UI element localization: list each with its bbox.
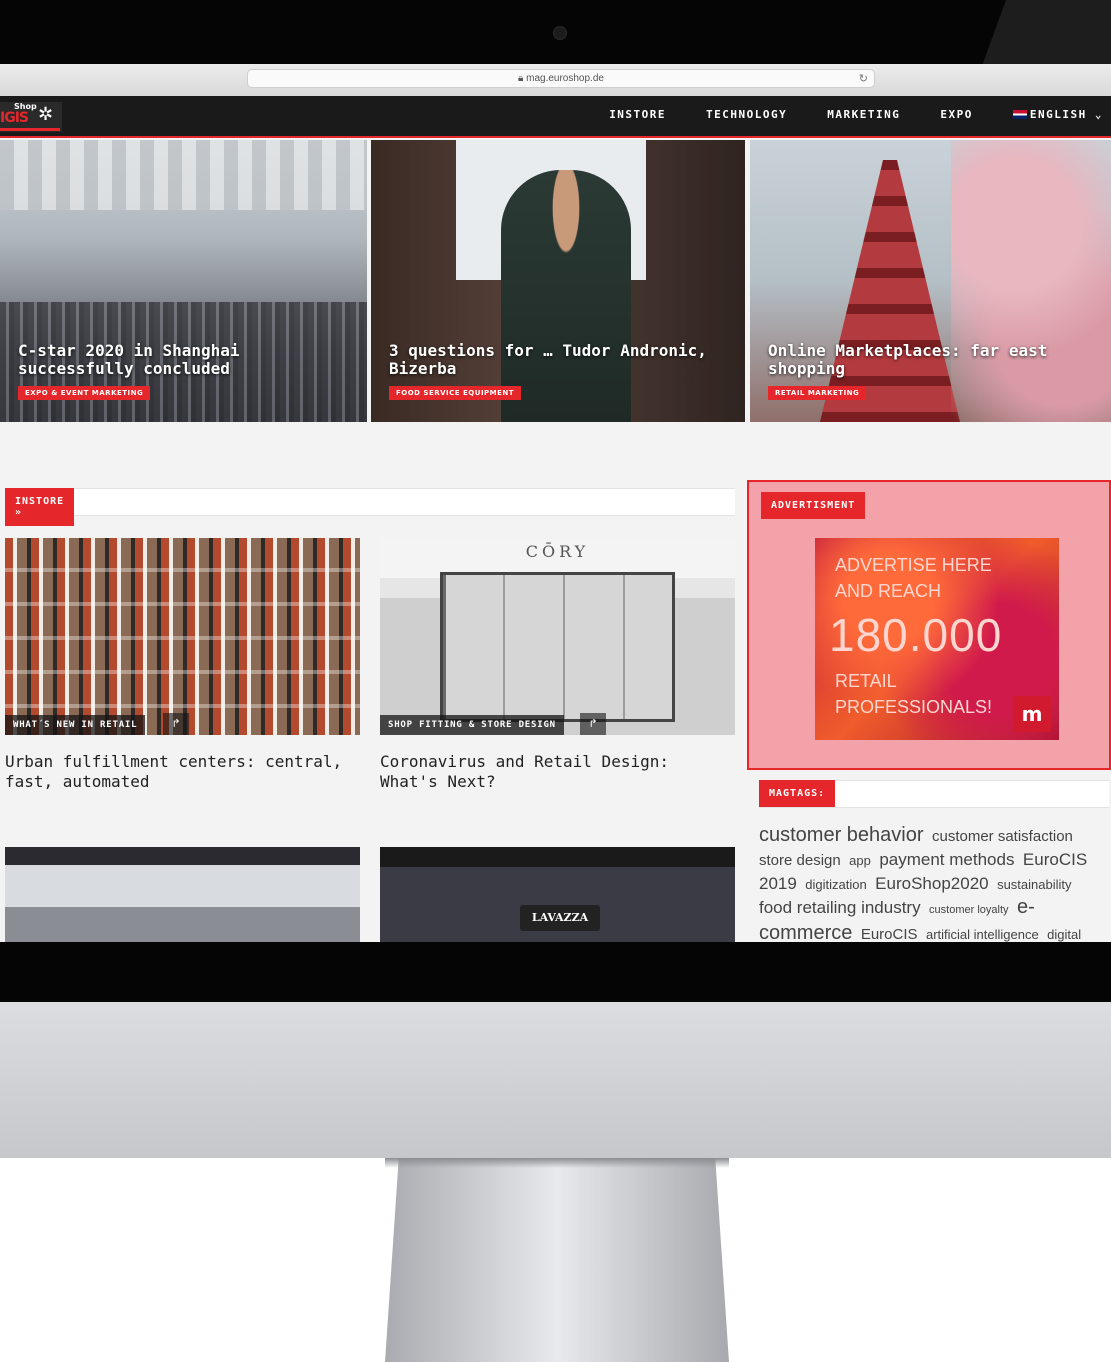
- bezel-glare: [951, 0, 1111, 64]
- article-image-fulfillment[interactable]: WHAT´S NEW IN RETAIL ↱: [5, 538, 360, 735]
- ad-number: 180.000: [829, 609, 1003, 661]
- nav-item-marketing[interactable]: MARKETING: [827, 108, 900, 121]
- monitor-stand: [385, 1158, 729, 1362]
- logo-main-text: IGIS: [0, 110, 29, 126]
- nav-item-technology[interactable]: TECHNOLOGY: [706, 108, 787, 121]
- language-selector[interactable]: ENGLISH ⌄: [1012, 108, 1103, 121]
- hero-title[interactable]: 3 questions for … Tudor Andronic, Bizerb…: [389, 342, 731, 378]
- tag-link[interactable]: payment methods: [879, 850, 1014, 869]
- tag-link[interactable]: customer loyalty: [929, 904, 1008, 916]
- advertisement-label: ADVERTISMENT: [761, 492, 866, 519]
- tag-cloud: customer behavior customer satisfaction …: [759, 824, 1109, 942]
- ad-headline: ADVERTISE HERE AND REACH: [835, 555, 992, 601]
- camera-icon: [553, 26, 567, 40]
- hero-image-hall: [0, 140, 367, 210]
- nav-item-expo[interactable]: EXPO: [940, 108, 973, 121]
- article-image-store-design[interactable]: CŌRY SHOP FITTING & STORE DESIGN ↱: [380, 538, 735, 735]
- hero-image-pagoda: [820, 160, 960, 422]
- article-category[interactable]: SHOP FITTING & STORE DESIGN: [380, 715, 564, 735]
- tag-link[interactable]: app: [849, 853, 871, 868]
- site-logo[interactable]: Shop IGIS ✲: [0, 102, 62, 132]
- article-category[interactable]: WHAT´S NEW IN RETAIL: [5, 715, 146, 735]
- lavazza-sign: LAVAZZA: [520, 905, 600, 931]
- nav-item-instore[interactable]: INSTORE: [609, 108, 666, 121]
- screen: 🔒︎ mag.euroshop.de ↻ Shop IGIS ✲ INSTORE…: [0, 64, 1111, 942]
- hero-category-tag[interactable]: RETAIL MARKETING: [768, 386, 867, 400]
- hero-tile-cstar[interactable]: C-star 2020 in Shanghai successfully con…: [0, 140, 367, 422]
- tag-link[interactable]: digital: [1047, 927, 1081, 942]
- hero-title[interactable]: C-star 2020 in Shanghai successfully con…: [18, 342, 353, 378]
- site-navigation: Shop IGIS ✲ INSTORE TECHNOLOGY MARKETING…: [0, 96, 1111, 138]
- section-divider: [5, 488, 735, 516]
- store-facade: [440, 572, 675, 722]
- tag-link[interactable]: sustainability: [997, 877, 1071, 892]
- article-title[interactable]: Urban fulfillment centers: central, fast…: [5, 752, 355, 792]
- ad-subline: RETAIL PROFESSIONALS!: [835, 671, 993, 717]
- article-image-lavazza[interactable]: LAVAZZA: [380, 847, 735, 942]
- monitor-chin: [0, 1002, 1111, 1158]
- hero-image-blossom: [951, 140, 1111, 422]
- monitor-bottom-bezel: [0, 942, 1111, 1002]
- address-bar[interactable]: 🔒︎ mag.euroshop.de ↻: [247, 69, 875, 88]
- logo-underline: [0, 128, 60, 131]
- article-title[interactable]: Coronavirus and Retail Design: What's Ne…: [380, 752, 730, 792]
- instore-section-link[interactable]: INSTORE »: [5, 488, 75, 526]
- lock-icon: 🔒︎: [518, 73, 527, 84]
- tag-link[interactable]: customer behavior: [759, 824, 924, 846]
- hero-category-tag[interactable]: FOOD SERVICE EQUIPMENT: [389, 386, 522, 400]
- advertisement-banner[interactable]: ADVERTISE HERE AND REACH 180.000 RETAIL PR…: [815, 538, 1059, 740]
- magtags-label: MAGTAGS:: [759, 780, 836, 807]
- tag-link[interactable]: store design: [759, 852, 841, 869]
- tag-link[interactable]: EuroCIS: [861, 926, 918, 942]
- hero-tile-marketplaces[interactable]: Online Marketplaces: far east shopping R…: [750, 140, 1111, 422]
- tag-link[interactable]: EuroShop2020: [875, 874, 988, 893]
- hero-category-tag[interactable]: EXPO & EVENT MARKETING: [18, 386, 151, 400]
- reload-icon[interactable]: ↻: [859, 72, 868, 85]
- hero-image-speaker: [501, 170, 631, 422]
- logo-star-icon: ✲: [38, 104, 54, 125]
- hero-tile-bizerba[interactable]: 3 questions for … Tudor Andronic, Bizerb…: [371, 140, 745, 422]
- article-image-mannequins[interactable]: [5, 847, 360, 942]
- language-label: ENGLISH: [1029, 108, 1087, 121]
- tag-link[interactable]: artificial intelligence: [926, 927, 1039, 942]
- monitor-top-bezel: [0, 0, 1111, 64]
- nav-menu: INSTORE TECHNOLOGY MARKETING EXPO ENGLIS…: [569, 108, 1103, 121]
- chevron-down-icon: ⌄: [1094, 108, 1103, 121]
- hero-title[interactable]: Online Marketplaces: far east shopping: [768, 342, 1097, 378]
- advertisement-panel: ADVERTISMENT ADVERTISE HERE AND REACH 180…: [747, 480, 1111, 770]
- tag-link[interactable]: customer satisfaction: [932, 828, 1073, 845]
- url-text: 🔒︎ mag.euroshop.de: [518, 73, 604, 84]
- tag-link[interactable]: food retailing industry: [759, 898, 921, 917]
- stand-shadow: [385, 1158, 729, 1168]
- browser-toolbar: 🔒︎ mag.euroshop.de ↻: [0, 64, 1111, 96]
- tag-link[interactable]: digitization: [805, 877, 866, 892]
- store-sign: CŌRY: [525, 542, 590, 561]
- share-icon[interactable]: ↱: [163, 713, 189, 735]
- uk-flag-icon: [1012, 110, 1027, 119]
- share-icon[interactable]: ↱: [580, 713, 606, 735]
- messe-logo-icon: m: [1013, 696, 1051, 732]
